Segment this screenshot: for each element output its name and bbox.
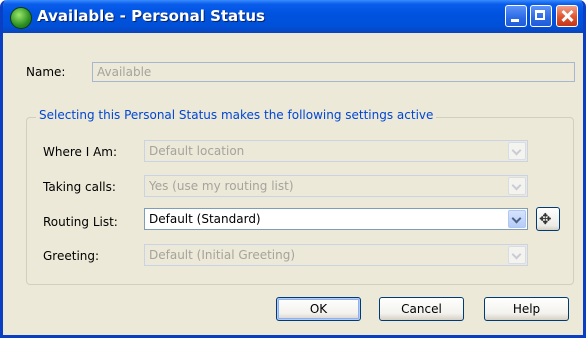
routing-list-label: Routing List: — [43, 215, 118, 229]
where-i-am-label: Where I Am: — [43, 145, 118, 159]
chevron-down-icon[interactable] — [508, 210, 526, 228]
greeting-label: Greeting: — [43, 249, 100, 263]
name-label: Name: — [26, 65, 66, 79]
chevron-down-icon — [508, 246, 526, 264]
title-bar[interactable]: Available - Personal Status — [3, 0, 583, 33]
taking-calls-label: Taking calls: — [43, 180, 116, 194]
status-app-icon — [10, 7, 32, 29]
routing-list-select[interactable]: Default (Standard) — [144, 208, 528, 230]
settings-group-title: Selecting this Personal Status makes the… — [36, 108, 437, 122]
minimize-button[interactable] — [505, 5, 527, 27]
greeting-value: Default (Initial Greeting) — [149, 248, 296, 262]
greeting-select: Default (Initial Greeting) — [144, 244, 528, 266]
routing-list-value: Default (Standard) — [149, 212, 261, 226]
cancel-button[interactable]: Cancel — [379, 297, 464, 321]
ok-button[interactable]: OK — [276, 297, 361, 321]
help-button[interactable]: Help — [484, 297, 569, 321]
taking-calls-select: Yes (use my routing list) — [144, 175, 528, 197]
routing-globe-icon: ✥ — [539, 210, 556, 228]
where-i-am-select: Default location — [144, 140, 528, 162]
maximize-button[interactable] — [530, 5, 552, 27]
dialog-window: Available - Personal Status Name: Availa… — [0, 0, 586, 338]
window-title: Available - Personal Status — [37, 7, 265, 25]
chevron-down-icon — [508, 177, 526, 195]
taking-calls-value: Yes (use my routing list) — [149, 179, 294, 193]
name-field[interactable]: Available — [92, 62, 575, 82]
where-i-am-value: Default location — [149, 144, 245, 158]
routing-list-edit-button[interactable]: ✥ — [536, 207, 560, 231]
close-button[interactable] — [556, 5, 578, 27]
chevron-down-icon — [508, 142, 526, 160]
